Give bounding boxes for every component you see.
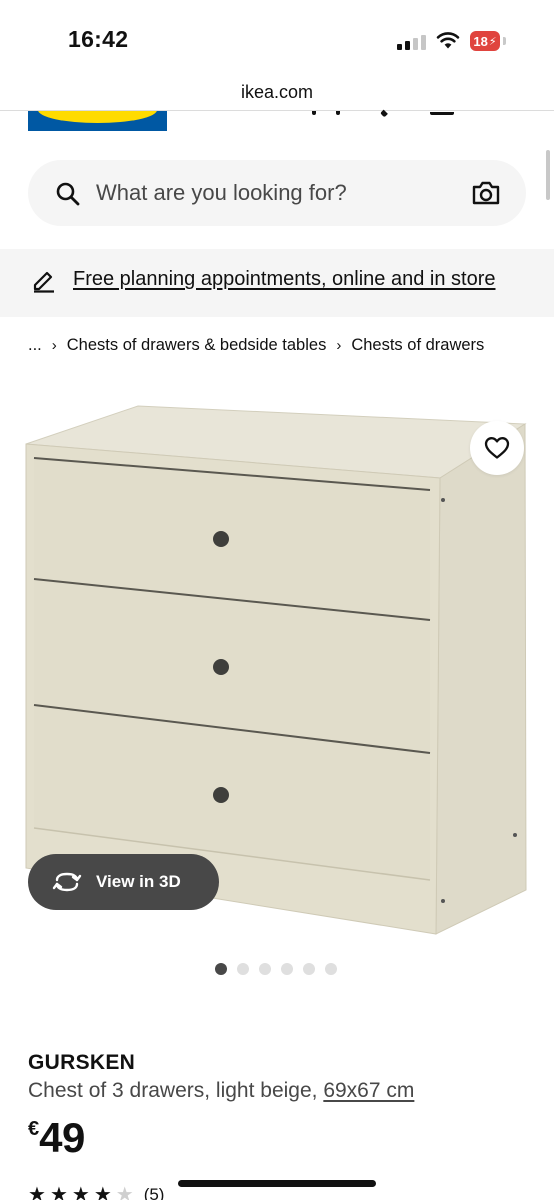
chevron-right-icon: › [336, 337, 342, 354]
battery-level: 18 [473, 33, 488, 49]
ikea-logo[interactable] [28, 111, 167, 131]
gallery-dot[interactable] [237, 963, 249, 975]
star-icon: ★ [93, 1185, 112, 1200]
gallery-dot[interactable] [215, 963, 227, 975]
star-icon: ★ [115, 1185, 134, 1200]
pencil-icon [33, 271, 54, 293]
battery-indicator: 18 ⚡ [470, 31, 500, 51]
heart-icon [484, 437, 510, 459]
gallery-dot[interactable] [303, 963, 315, 975]
gallery-dot[interactable] [259, 963, 271, 975]
product-description: Chest of 3 drawers, light beige, 69x67 c… [28, 1079, 414, 1103]
wifi-icon [436, 32, 460, 49]
price-currency: € [28, 1118, 40, 1140]
favourite-button[interactable] [470, 421, 524, 475]
star-icon: ★ [28, 1185, 46, 1200]
page-scrollbar[interactable] [546, 150, 550, 200]
browser-url[interactable]: ikea.com [0, 82, 554, 103]
star-icon: ★ [49, 1185, 68, 1200]
price-value: 49 [39, 1114, 85, 1161]
rotate-3d-icon [52, 872, 82, 892]
review-count[interactable]: (5) [144, 1185, 165, 1200]
home-indicator[interactable] [178, 1180, 376, 1187]
product-price: €49 [28, 1114, 85, 1162]
signal-icon [397, 34, 427, 50]
search-icon[interactable] [55, 181, 81, 207]
product-name: GURSKEN [28, 1051, 136, 1074]
status-time: 16:42 [68, 26, 129, 52]
battery-tip [503, 37, 506, 45]
star-icon: ★ [71, 1185, 90, 1200]
gallery-dot[interactable] [325, 963, 337, 975]
breadcrumb: ... › Chests of drawers & bedside tables › C… [28, 336, 484, 355]
header-icons-cut [300, 109, 460, 118]
chevron-right-icon: › [51, 337, 57, 354]
breadcrumb-item-chests[interactable]: Chests of drawers [351, 336, 484, 354]
logo-oval [38, 111, 157, 123]
breadcrumb-ellipsis[interactable]: ... [28, 336, 42, 354]
camera-icon[interactable] [471, 180, 501, 206]
view-in-3d-button[interactable]: View in 3D [28, 854, 219, 910]
breadcrumb-item-chests-bedside[interactable]: Chests of drawers & bedside tables [67, 336, 327, 354]
product-size-link[interactable]: 69x67 cm [323, 1079, 414, 1102]
planning-appointments-link[interactable]: Free planning appointments, online and i… [73, 268, 496, 291]
gallery-pagination[interactable] [215, 963, 337, 975]
view-in-3d-label: View in 3D [96, 872, 181, 891]
gallery-dot[interactable] [281, 963, 293, 975]
search-input[interactable] [96, 176, 456, 210]
product-description-text: Chest of 3 drawers, light beige, [28, 1079, 324, 1102]
product-rating[interactable]: ★ ★ ★ ★ ★ (5) [28, 1185, 164, 1200]
